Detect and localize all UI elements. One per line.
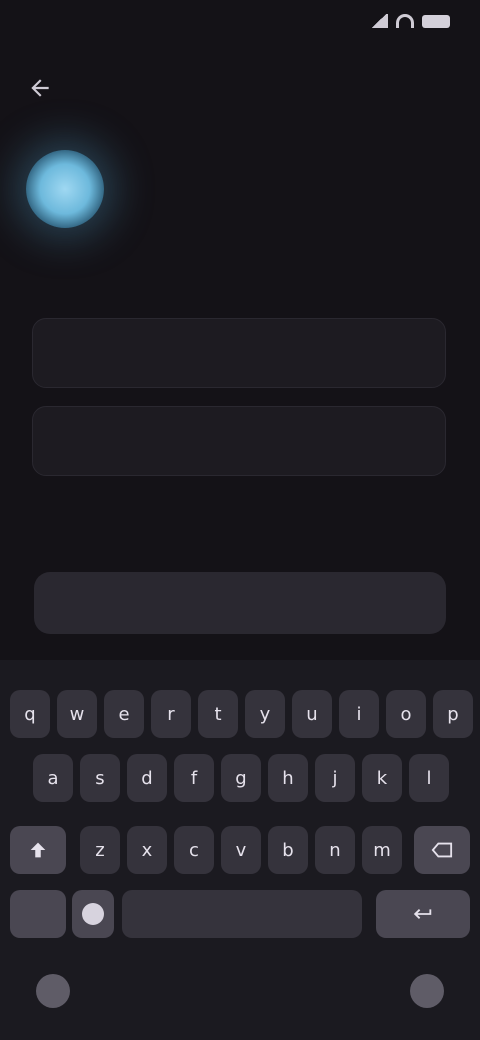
key-y[interactable]: y bbox=[245, 690, 285, 738]
emoji-icon bbox=[82, 903, 104, 925]
shift-icon bbox=[30, 842, 46, 858]
keyboard: q w e r t y u i o p a s d f g h j k l z … bbox=[0, 660, 480, 1040]
primary-button[interactable] bbox=[34, 572, 446, 634]
input-field-2[interactable] bbox=[32, 406, 446, 476]
key-r[interactable]: r bbox=[151, 690, 191, 738]
key-w[interactable]: w bbox=[57, 690, 97, 738]
key-d[interactable]: d bbox=[127, 754, 167, 802]
shift-key[interactable] bbox=[10, 826, 66, 874]
arrow-back-icon bbox=[31, 79, 49, 97]
key-c[interactable]: c bbox=[174, 826, 214, 874]
key-h[interactable]: h bbox=[268, 754, 308, 802]
enter-icon bbox=[413, 909, 432, 919]
key-n[interactable]: n bbox=[315, 826, 355, 874]
key-i[interactable]: i bbox=[339, 690, 379, 738]
input-field-1[interactable] bbox=[32, 318, 446, 388]
space-key[interactable] bbox=[122, 890, 362, 938]
keyboard-row-3: z x c v b n m bbox=[0, 826, 480, 876]
key-x[interactable]: x bbox=[127, 826, 167, 874]
mic-icon[interactable] bbox=[410, 974, 444, 1008]
backspace-key[interactable] bbox=[414, 826, 470, 874]
emoji-key[interactable] bbox=[72, 890, 114, 938]
key-e[interactable]: e bbox=[104, 690, 144, 738]
key-q[interactable]: q bbox=[10, 690, 50, 738]
input-2[interactable] bbox=[51, 425, 425, 461]
app-logo-icon bbox=[26, 150, 104, 228]
key-k[interactable]: k bbox=[362, 754, 402, 802]
keyboard-hide-icon[interactable] bbox=[36, 974, 70, 1008]
signal-icon bbox=[370, 14, 388, 28]
keyboard-nav-row bbox=[0, 956, 480, 1026]
key-v[interactable]: v bbox=[221, 826, 261, 874]
key-a[interactable]: a bbox=[33, 754, 73, 802]
keyboard-row-1: q w e r t y u i o p bbox=[0, 690, 480, 740]
enter-key[interactable] bbox=[376, 890, 470, 938]
status-icons bbox=[370, 14, 450, 28]
wifi-icon bbox=[396, 14, 414, 28]
battery-icon bbox=[422, 14, 450, 28]
key-s[interactable]: s bbox=[80, 754, 120, 802]
key-p[interactable]: p bbox=[433, 690, 473, 738]
keyboard-row-2: a s d f g h j k l bbox=[0, 754, 480, 804]
key-l[interactable]: l bbox=[409, 754, 449, 802]
key-g[interactable]: g bbox=[221, 754, 261, 802]
symbols-key[interactable] bbox=[10, 890, 66, 938]
key-j[interactable]: j bbox=[315, 754, 355, 802]
key-o[interactable]: o bbox=[386, 690, 426, 738]
back-button[interactable] bbox=[18, 66, 62, 110]
key-t[interactable]: t bbox=[198, 690, 238, 738]
backspace-icon bbox=[431, 842, 453, 858]
status-bar bbox=[0, 0, 480, 52]
key-b[interactable]: b bbox=[268, 826, 308, 874]
keyboard-row-4 bbox=[0, 890, 480, 940]
key-z[interactable]: z bbox=[80, 826, 120, 874]
input-1[interactable] bbox=[51, 337, 425, 373]
key-m[interactable]: m bbox=[362, 826, 402, 874]
key-u[interactable]: u bbox=[292, 690, 332, 738]
key-f[interactable]: f bbox=[174, 754, 214, 802]
